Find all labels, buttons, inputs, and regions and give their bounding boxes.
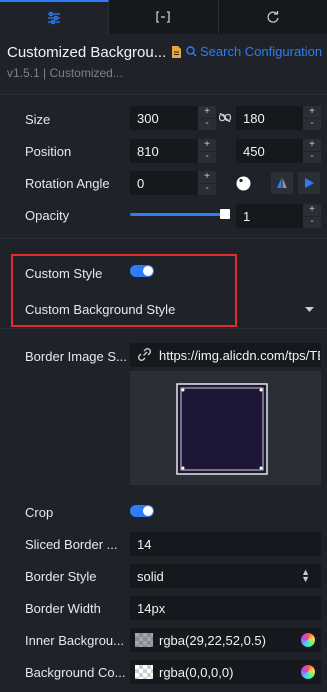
border-style-label: Border Style	[25, 569, 97, 584]
decrement-icon[interactable]: -	[303, 119, 321, 131]
opacity-slider-track[interactable]	[130, 213, 225, 216]
increment-icon[interactable]: +	[303, 204, 321, 217]
border-width-label: Border Width	[25, 601, 101, 616]
tab-interaction[interactable]	[219, 0, 327, 34]
divider	[0, 94, 327, 95]
height-input[interactable]: 180	[236, 106, 303, 130]
link-chain-icon	[138, 348, 151, 361]
link-icon[interactable]	[219, 113, 231, 122]
inner-background-color-input[interactable]: rgba(29,22,52,0.5)	[130, 628, 321, 652]
panel-header: Customized Backgrou... Search Configurat…	[0, 34, 327, 94]
chevron-down-icon[interactable]	[305, 307, 314, 312]
inner-background-value: rgba(29,22,52,0.5)	[159, 632, 266, 648]
opacity-input[interactable]: 1	[236, 204, 303, 228]
opacity-label: Opacity	[25, 208, 70, 223]
size-label: Size	[25, 112, 51, 127]
refresh-icon	[267, 11, 279, 23]
color-swatch	[135, 633, 153, 647]
color-picker-icon[interactable]	[301, 665, 315, 679]
flip-horizontal-button[interactable]	[271, 172, 293, 194]
background-color-value: rgba(0,0,0,0)	[159, 664, 234, 680]
decrement-icon[interactable]: -	[198, 184, 216, 196]
tab-bar	[0, 0, 327, 34]
sliced-border-input[interactable]: 14	[130, 532, 321, 556]
increment-icon[interactable]: +	[303, 139, 321, 152]
sliced-border-label: Sliced Border ...	[25, 537, 118, 552]
decrement-icon[interactable]: -	[303, 217, 321, 229]
height-stepper[interactable]: + -	[303, 106, 321, 130]
border-style-value: solid	[137, 568, 164, 584]
component-title: Customized Backgrou...	[7, 44, 167, 61]
position-y-input[interactable]: 450	[236, 139, 303, 163]
increment-icon[interactable]: +	[198, 139, 216, 152]
search-icon	[186, 46, 197, 57]
background-color-label: Background Co...	[25, 665, 126, 680]
divider	[0, 328, 327, 329]
opacity-slider-thumb[interactable]	[220, 209, 230, 219]
rotation-input[interactable]: 0	[130, 171, 198, 195]
rotation-stepper[interactable]: + -	[198, 171, 216, 195]
tab-data[interactable]	[109, 0, 219, 34]
border-image-url-input[interactable]: https://img.alicdn.com/tps/TB	[130, 343, 321, 367]
border-style-select[interactable]: solid ▲ ▼	[130, 564, 321, 588]
search-configuration-label: Search Configuration	[200, 44, 323, 59]
document-icon[interactable]	[171, 46, 182, 58]
flip-vertical-icon	[305, 178, 314, 188]
position-label: Position	[25, 144, 72, 159]
flip-vertical-button[interactable]	[298, 172, 320, 194]
increment-icon[interactable]: +	[303, 106, 321, 119]
position-x-stepper[interactable]: + -	[198, 139, 216, 163]
position-y-stepper[interactable]: + -	[303, 139, 321, 163]
search-configuration-link[interactable]: Search Configuration	[186, 44, 322, 59]
sliders-icon	[48, 11, 61, 25]
border-frame-image	[176, 383, 268, 475]
border-width-input[interactable]: 14px	[130, 596, 321, 620]
custom-background-style-label[interactable]: Custom Background Style	[25, 302, 175, 317]
increment-icon[interactable]: +	[198, 106, 216, 119]
background-color-input[interactable]: rgba(0,0,0,0)	[130, 660, 321, 684]
crop-label: Crop	[25, 505, 54, 520]
border-image-label: Border Image S...	[25, 349, 127, 364]
rotation-dial-icon[interactable]	[236, 176, 251, 191]
crop-toggle[interactable]	[130, 505, 154, 517]
brackets-icon	[156, 11, 171, 23]
position-x-input[interactable]: 810	[130, 139, 198, 163]
inner-background-label: Inner Backgrou...	[25, 633, 124, 648]
flip-horizontal-icon	[277, 178, 287, 188]
width-stepper[interactable]: + -	[198, 106, 216, 130]
width-input[interactable]: 300	[130, 106, 198, 130]
decrement-icon[interactable]: -	[303, 152, 321, 164]
custom-style-toggle[interactable]	[130, 265, 154, 277]
decrement-icon[interactable]: -	[198, 152, 216, 164]
opacity-stepper[interactable]: + -	[303, 204, 321, 228]
version-text: v1.5.1 | Customized...	[7, 66, 123, 80]
rotation-label: Rotation Angle	[25, 176, 110, 191]
color-swatch	[135, 665, 153, 679]
tab-style[interactable]	[0, 0, 110, 34]
border-image-preview[interactable]	[130, 371, 321, 485]
divider	[0, 238, 327, 239]
decrement-icon[interactable]: -	[198, 119, 216, 131]
increment-icon[interactable]: +	[198, 171, 216, 184]
custom-style-label: Custom Style	[25, 266, 103, 281]
color-picker-icon[interactable]	[301, 633, 315, 647]
select-arrows-icon: ▲ ▼	[301, 567, 310, 584]
